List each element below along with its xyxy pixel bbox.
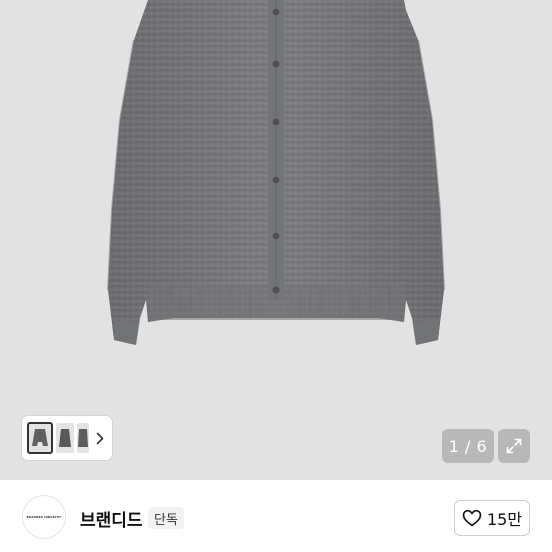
seller-name[interactable]: 브랜디드 [80, 506, 143, 531]
expand-icon [506, 438, 522, 454]
like-count: 15만 [486, 510, 523, 529]
product-detail-page: 1 / 6 BRANDED INDUSTRY 브랜디드 단독 15만 [0, 0, 552, 552]
image-counter: 1 / 6 [442, 429, 494, 463]
thumbnail[interactable] [77, 423, 89, 453]
cardigan-product-image [0, 0, 552, 480]
chevron-right-icon[interactable] [93, 426, 107, 450]
seller-avatar[interactable]: BRANDED INDUSTRY [22, 495, 66, 539]
like-button[interactable]: 15만 [454, 500, 530, 536]
exclusive-badge: 단독 [148, 507, 184, 529]
product-image-gallery[interactable]: 1 / 6 [0, 0, 552, 480]
seller-logo-text: BRANDED INDUSTRY [26, 515, 62, 519]
expand-button[interactable] [498, 429, 530, 463]
thumbnail-list [27, 422, 92, 454]
thumbnail-strip[interactable] [22, 416, 112, 460]
thumbnail-selected[interactable] [27, 422, 53, 454]
thumbnail[interactable] [56, 423, 74, 453]
heart-outline-icon [462, 509, 482, 527]
